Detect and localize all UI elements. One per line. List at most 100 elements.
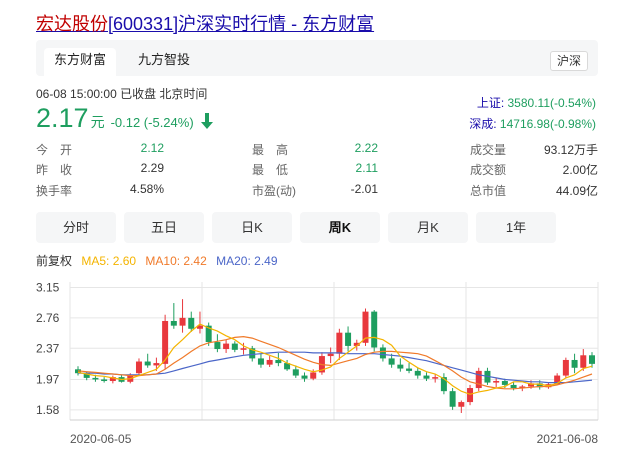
y-tick-label: 2.76 [36, 311, 60, 325]
candle-body [135, 361, 142, 374]
x-label-end: 2021-06-08 [537, 432, 599, 446]
candle-body [432, 377, 439, 379]
stat-value: 93.12万手 [543, 143, 598, 157]
candle-body [458, 402, 465, 407]
stat-value: 2.29 [140, 161, 164, 175]
candle-body [92, 377, 99, 380]
ma-legend: 前复权 MA5: 2.60 MA10: 2.42 MA20: 2.49 [36, 252, 284, 269]
price-unit: 元 [90, 114, 105, 130]
trade-status: 06-08 15:00:00 已收盘 北京时间 [36, 87, 208, 101]
candle-body [475, 370, 482, 389]
y-tick-label: 1.58 [36, 403, 60, 417]
candle-body [214, 342, 221, 350]
stat-value: 2.22 [354, 141, 378, 155]
y-tick-label: 2.37 [36, 341, 60, 355]
stock-name: 宏达股份 [36, 14, 108, 34]
page-title-link[interactable]: 宏达股份[600331]沪深实时行情 - 东方财富 [36, 14, 374, 34]
candle-body [388, 358, 395, 365]
tab-eastmoney[interactable]: 东方财富 [44, 48, 117, 76]
page-title[interactable]: 宏达股份[600331]沪深实时行情 - 东方财富 [36, 10, 374, 34]
candle-body [240, 348, 247, 350]
stats-row: 昨 收 2.29 最 低 2.11 成交额 2.00亿 [36, 161, 598, 179]
candle-body [336, 332, 343, 354]
period-monthly-button[interactable]: 月K [388, 212, 468, 243]
stat-value: 44.09亿 [555, 184, 598, 198]
source-tab-bar: 东方财富 九方智投 沪深 [36, 40, 598, 76]
stat-label: 成交额 [470, 163, 507, 177]
candle-body [467, 388, 474, 403]
stat-value: 2.11 [355, 161, 378, 175]
stat-value: 2.12 [140, 141, 164, 155]
candle-body [493, 381, 500, 383]
candle-body [257, 358, 264, 365]
candle-body [266, 359, 273, 365]
stat-label: 成交量 [470, 143, 507, 157]
candle-body [327, 353, 334, 357]
candle-body [275, 359, 282, 364]
market-button[interactable]: 沪深 [549, 51, 588, 71]
period-daily-button[interactable]: 日K [212, 212, 292, 243]
tab-jiufang[interactable]: 九方智投 [128, 48, 200, 72]
period-selector: 分时 五日 日K 周K 月K 1年 [36, 212, 598, 244]
price-change: -0.12 (-5.24%) [110, 115, 194, 130]
candle-body [371, 311, 378, 348]
index-name[interactable]: 上证: [477, 96, 504, 110]
candle-body [310, 372, 317, 379]
index-shenzhen[interactable]: 深成: 14716.98(-0.98%) [469, 115, 596, 132]
stat-value: -2.01 [350, 182, 378, 196]
candle-body [345, 332, 352, 346]
kline-chart[interactable]: 3.15 2.76 2.37 1.97 1.58 2020-06-05 2021-06-08 [0, 270, 622, 454]
candle-body [571, 359, 578, 368]
index-value: 14716.98(-0.98%) [499, 117, 596, 131]
candle-body [510, 384, 517, 389]
stat-label: 最 高 [252, 143, 289, 157]
period-1year-button[interactable]: 1年 [476, 212, 556, 243]
candle-body [397, 364, 404, 369]
stats-row: 换手率 4.58% 市盈(动) -2.01 总市值 44.09亿 [36, 182, 598, 200]
period-5day-button[interactable]: 五日 [124, 212, 204, 243]
y-tick-label: 3.15 [36, 280, 60, 294]
candle-body [101, 379, 108, 382]
candle-body [562, 359, 569, 376]
stat-label: 换手率 [36, 184, 73, 198]
candle-body [292, 369, 299, 376]
index-name[interactable]: 深成: [469, 117, 496, 131]
stat-label: 昨 收 [36, 163, 73, 177]
candle-body [423, 375, 430, 379]
ma20-legend: MA20: 2.49 [216, 254, 278, 268]
index-value: 3580.11(-0.54%) [507, 96, 597, 110]
stat-label: 今 开 [36, 143, 73, 157]
candle-body [188, 317, 195, 329]
adjust-mode[interactable]: 前复权 [36, 254, 72, 268]
candle-body [170, 320, 177, 326]
arrow-down-icon [200, 113, 214, 134]
stat-value: 2.00亿 [562, 163, 598, 177]
candle-body [580, 355, 587, 368]
candle-body [406, 368, 413, 371]
candle-body [501, 381, 508, 385]
candle-body [414, 370, 421, 376]
period-intraday-button[interactable]: 分时 [36, 212, 116, 243]
candle-body [589, 355, 595, 364]
ma20-line [78, 351, 593, 384]
stat-label: 最 低 [252, 163, 289, 177]
current-price: 2.17 [36, 103, 89, 133]
stock-code: [600331] [108, 14, 179, 34]
ma5-legend: MA5: 2.60 [81, 254, 137, 268]
ma10-legend: MA10: 2.42 [145, 254, 207, 268]
candle-body [153, 363, 160, 366]
candle-body [144, 361, 151, 366]
y-tick-label: 1.97 [36, 372, 60, 386]
stat-value: 4.58% [129, 182, 164, 196]
candle-body [449, 391, 456, 407]
x-label-start: 2020-06-05 [70, 432, 132, 446]
index-shanghai[interactable]: 上证: 3580.11(-0.54%) [477, 94, 596, 111]
stat-label: 市盈(动) [252, 184, 296, 198]
candle-body [301, 375, 308, 379]
period-weekly-button[interactable]: 周K [300, 212, 380, 243]
candle-body [379, 347, 386, 359]
candle-body [223, 343, 230, 350]
price-row: 2.17 元 -0.12 (-5.24%) [36, 103, 214, 133]
candle-body [231, 343, 238, 350]
candle-body [179, 317, 186, 326]
